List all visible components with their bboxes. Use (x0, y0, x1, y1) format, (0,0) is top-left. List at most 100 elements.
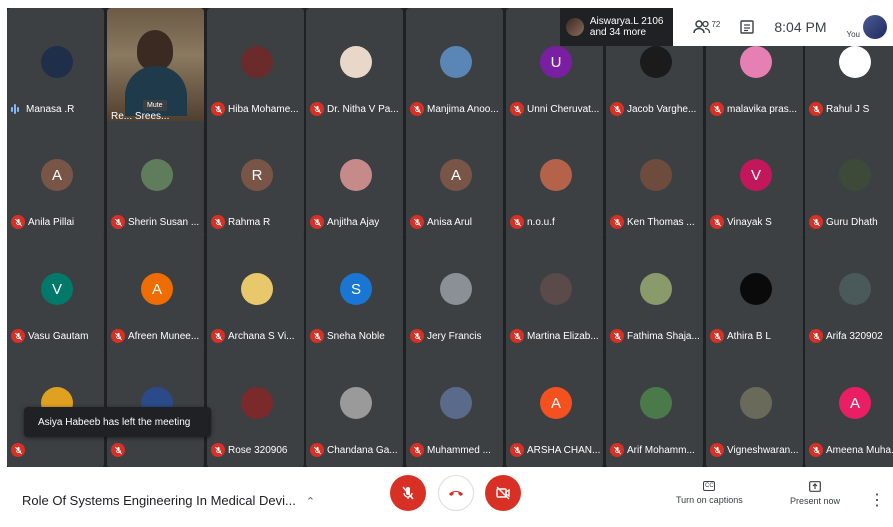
mic-off-icon (402, 486, 414, 500)
mic-muted-icon (310, 443, 324, 457)
avatar-initial: R (251, 166, 263, 184)
captions-button[interactable]: CC Turn on captions (676, 481, 743, 505)
participant-label: Hiba Mohame... (211, 101, 302, 117)
self-view[interactable]: You (846, 15, 887, 39)
participant-tile[interactable]: Anjitha Ajay (306, 121, 403, 240)
participant-tile[interactable]: Chandana Ga... (306, 349, 403, 467)
participant-tile[interactable]: Muhammed ... (406, 349, 503, 467)
mic-muted-icon (710, 215, 724, 229)
participant-tile[interactable]: Fathima Shaja... (606, 235, 703, 354)
participant-avatar (640, 46, 672, 78)
participant-name: Manjima Anoo... (427, 103, 499, 115)
participant-tile[interactable]: A Anila Pillai (7, 121, 104, 240)
participant-label (111, 442, 202, 458)
speaking-indicator-icon (11, 103, 23, 115)
participant-name: Sherin Susan ... (128, 216, 200, 228)
captions-icon: CC (703, 481, 716, 491)
present-now-button[interactable]: Present now (790, 481, 840, 506)
participant-tile[interactable]: Guru Dhath (805, 121, 893, 240)
participant-name: Chandana Ga... (327, 444, 398, 456)
camera-toggle-button[interactable] (485, 475, 521, 511)
participant-tile[interactable]: Athira B L (706, 235, 803, 354)
meeting-details-button[interactable]: Role Of Systems Engineering In Medical D… (22, 493, 315, 508)
participant-label: Afreen Munee... (111, 328, 202, 344)
you-label: You (846, 30, 861, 39)
present-label: Present now (790, 496, 841, 506)
notification-line1: Aiswarya.L 2106 (589, 16, 664, 27)
participant-tile[interactable]: A ARSHA CHAN... (506, 349, 603, 467)
participant-label: Vasu Gautam (11, 328, 102, 344)
more-options-icon[interactable]: ⋮ (869, 493, 885, 509)
participant-avatar (241, 387, 273, 419)
participant-tile[interactable]: A Ameena Muha... (805, 349, 893, 467)
participant-avatar (839, 46, 871, 78)
mic-muted-icon (610, 215, 624, 229)
participant-name: Dr. Nitha V Pa... (327, 103, 399, 115)
participant-tile[interactable]: S Sneha Noble (306, 235, 403, 354)
mic-muted-icon (11, 443, 25, 457)
participant-label: Rahul J S (809, 101, 893, 117)
participant-avatar (640, 159, 672, 191)
participant-tile[interactable]: V Vasu Gautam (7, 235, 104, 354)
participant-tile[interactable]: Arif Mohamm... (606, 349, 703, 467)
participant-avatar: V (740, 159, 772, 191)
mic-muted-icon (510, 329, 524, 343)
mic-muted-icon (510, 215, 524, 229)
join-notification[interactable]: Aiswarya.L 2106 and 34 more (559, 8, 674, 46)
participant-tile[interactable]: Vigneshwaran... (706, 349, 803, 467)
participant-tile[interactable]: A Afreen Munee... (107, 235, 204, 354)
participant-avatar: A (440, 159, 472, 191)
participant-tile[interactable]: n.o.u.f (506, 121, 603, 240)
chat-icon[interactable] (740, 20, 755, 34)
participant-name: Anisa Arul (427, 216, 473, 228)
participant-avatar (340, 46, 372, 78)
participant-label: Rahma R (211, 214, 302, 230)
participant-tile[interactable]: Dr. Nitha V Pa... (306, 8, 403, 127)
participant-tile[interactable]: Martina Elizab... (506, 235, 603, 354)
participant-tile[interactable]: Archana S Vi... (207, 235, 304, 354)
notification-avatar (565, 18, 584, 36)
participant-name: Jery Francis (427, 330, 482, 342)
participant-label: Arif Mohamm... (610, 442, 701, 458)
participant-tile[interactable]: Mute Re... Srees... (107, 8, 204, 127)
participant-label: Athira B L (710, 328, 801, 344)
leave-call-button[interactable] (438, 475, 474, 511)
mic-muted-icon (310, 329, 324, 343)
participant-name: Muhammed ... (427, 444, 491, 456)
participant-tile[interactable]: V Vinayak S (706, 121, 803, 240)
participant-name: Anjitha Ajay (327, 216, 380, 228)
participant-avatar (440, 387, 472, 419)
participant-label: Arifa 320902 (809, 328, 893, 344)
participant-label: Fathima Shaja... (610, 328, 701, 344)
mic-toggle-button[interactable] (390, 475, 426, 511)
mic-muted-icon (410, 102, 424, 116)
participant-label: Dr. Nitha V Pa... (310, 101, 401, 117)
participant-tile[interactable]: A Anisa Arul (406, 121, 503, 240)
mic-muted-icon (310, 215, 324, 229)
participant-name: ARSHA CHAN... (527, 444, 601, 456)
participant-avatar (839, 159, 871, 191)
participant-tile[interactable]: Ken Thomas ... (606, 121, 703, 240)
participant-tile[interactable]: Rose 320906 (207, 349, 304, 467)
participant-label: Jery Francis (410, 328, 501, 344)
participants-button[interactable]: 72 (693, 20, 720, 34)
participant-label: Anisa Arul (410, 214, 501, 230)
clock: 8:04 PM (774, 19, 827, 35)
avatar-initial: V (51, 280, 62, 298)
mic-muted-icon (310, 102, 324, 116)
participant-tile[interactable]: R Rahma R (207, 121, 304, 240)
participant-label: n.o.u.f (510, 214, 601, 230)
participant-avatar (540, 273, 572, 305)
participant-avatar (141, 159, 173, 191)
participant-tile[interactable]: Sherin Susan ... (107, 121, 204, 240)
participant-tile[interactable]: Manjima Anoo... (406, 8, 503, 127)
chevron-up-icon: ⌃ (305, 496, 316, 508)
participant-label: Unni Cheruvat... (510, 101, 601, 117)
participant-label: Muhammed ... (410, 442, 501, 458)
participant-tile[interactable]: Jery Francis (406, 235, 503, 354)
participant-tile[interactable]: Hiba Mohame... (207, 8, 304, 127)
participant-tile[interactable]: Manasa .R (7, 8, 104, 127)
participant-tile[interactable]: Arifa 320902 (805, 235, 893, 354)
participant-name: Guru Dhath (826, 216, 878, 228)
people-icon (693, 20, 711, 34)
